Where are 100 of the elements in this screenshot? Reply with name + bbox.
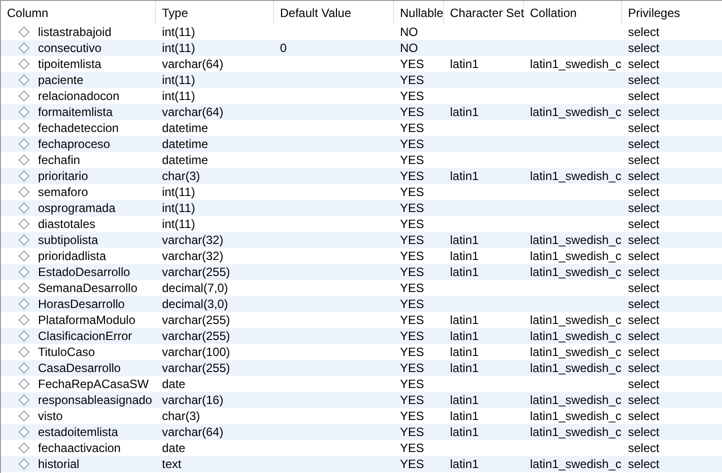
table-cell: historial	[38, 456, 80, 472]
table-cell: YES	[400, 216, 424, 232]
table-cell: EstadoDesarrollo	[38, 264, 130, 280]
table-cell: int(11)	[162, 184, 196, 200]
table-cell: select	[628, 56, 660, 72]
table-cell: int(11)	[162, 72, 196, 88]
table-cell: YES	[400, 280, 424, 296]
table-cell: YES	[400, 392, 424, 408]
table-cell: latin1_swedish_c	[530, 232, 622, 248]
table-cell: text	[162, 456, 182, 472]
table-cell: latin1_swedish_c	[530, 328, 622, 344]
table-cell: prioritario	[38, 168, 88, 184]
column-icon	[18, 202, 30, 214]
column-icon	[18, 330, 30, 342]
table-cell: YES	[400, 456, 424, 472]
table-cell: datetime	[162, 136, 208, 152]
table-cell: ClasificacionError	[38, 328, 132, 344]
table-cell: subtipolista	[38, 232, 98, 248]
table-cell: select	[628, 232, 660, 248]
table-cell: diastotales	[38, 216, 96, 232]
table-cell: PlataformaModulo	[38, 312, 136, 328]
table-cell: latin1_swedish_c	[530, 344, 622, 360]
table-cell: varchar(255)	[162, 328, 230, 344]
table-cell: varchar(16)	[162, 392, 224, 408]
table-cell: YES	[400, 264, 424, 280]
table-cell: select	[628, 296, 660, 312]
table-cell: select	[628, 408, 660, 424]
column-icon	[18, 42, 30, 54]
table-cell: select	[628, 360, 660, 376]
column-icon	[18, 426, 30, 438]
column-icon	[18, 170, 30, 182]
table-cell: YES	[400, 168, 424, 184]
column-icon	[18, 74, 30, 86]
table-cell: varchar(255)	[162, 360, 230, 376]
table-cell: select	[628, 152, 660, 168]
table-cell: latin1	[450, 344, 479, 360]
table-cell: select	[628, 312, 660, 328]
table-cell: YES	[400, 424, 424, 440]
table-cell: YES	[400, 344, 424, 360]
table-cell: YES	[400, 408, 424, 424]
table-cell: latin1_swedish_c	[530, 56, 622, 72]
table-cell: osprogramada	[38, 200, 116, 216]
table-cell: latin1_swedish_c	[530, 264, 622, 280]
table-cell: latin1_swedish_c	[530, 456, 622, 472]
column-icon	[18, 362, 30, 374]
table-cell: NO	[400, 40, 418, 56]
table-cell: latin1	[450, 360, 479, 376]
table-cell: select	[628, 136, 660, 152]
table-cell: select	[628, 344, 660, 360]
table-cell: YES	[400, 232, 424, 248]
table-cell: char(3)	[162, 168, 200, 184]
table-cell: YES	[400, 120, 424, 136]
table-cell: tipoitemlista	[38, 56, 102, 72]
table-cell: YES	[400, 72, 424, 88]
table-cell: decimal(3,0)	[162, 296, 228, 312]
table-cell: latin1	[450, 456, 479, 472]
table-cell: consecutivo	[38, 40, 102, 56]
table-cell: datetime	[162, 120, 208, 136]
table-cell: select	[628, 456, 660, 472]
column-icon	[18, 234, 30, 246]
table-cell: TituloCaso	[38, 344, 95, 360]
table-cell: select	[628, 392, 660, 408]
table-cell: fechaactivacion	[38, 440, 121, 456]
table-cell: SemanaDesarrollo	[38, 280, 138, 296]
table-cell: latin1	[450, 232, 479, 248]
column-icon	[18, 298, 30, 310]
table-cell: 0	[280, 40, 287, 56]
table-cell: int(11)	[162, 24, 196, 40]
table-cell: select	[628, 328, 660, 344]
table-cell: varchar(64)	[162, 56, 224, 72]
table-cell: select	[628, 280, 660, 296]
table-cell: char(3)	[162, 408, 200, 424]
table-cell: select	[628, 72, 660, 88]
table-cell: YES	[400, 152, 424, 168]
table-cell: latin1_swedish_c	[530, 424, 622, 440]
table-cell: int(11)	[162, 200, 196, 216]
table-cell: select	[628, 216, 660, 232]
table-cell: fechaproceso	[38, 136, 110, 152]
table-cell: YES	[400, 248, 424, 264]
table-cell: varchar(32)	[162, 248, 224, 264]
table-cell: select	[628, 168, 660, 184]
table-cell: latin1	[450, 408, 479, 424]
table-cell: varchar(255)	[162, 312, 230, 328]
table-cell: YES	[400, 376, 424, 392]
table-cell: select	[628, 376, 660, 392]
table-cell: YES	[400, 136, 424, 152]
column-icon	[18, 138, 30, 150]
table-cell: latin1	[450, 264, 479, 280]
table-cell: latin1	[450, 248, 479, 264]
table-cell: latin1	[450, 312, 479, 328]
table-cell: int(11)	[162, 216, 196, 232]
table-cell: varchar(100)	[162, 344, 230, 360]
table-cell: varchar(64)	[162, 424, 224, 440]
table-cell: select	[628, 24, 660, 40]
table-cell: latin1	[450, 104, 479, 120]
table-cell: relacionadocon	[38, 88, 120, 104]
table-cell: select	[628, 264, 660, 280]
table-cell: decimal(7,0)	[162, 280, 228, 296]
table-cell: CasaDesarrollo	[38, 360, 121, 376]
table-cell: latin1_swedish_c	[530, 408, 622, 424]
